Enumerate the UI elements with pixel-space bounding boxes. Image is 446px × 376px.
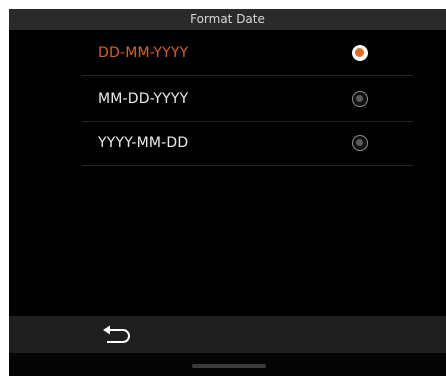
- option-label: MM-DD-YYYY: [98, 91, 189, 107]
- option-dd-mm-yyyy[interactable]: DD-MM-YYYY: [53, 30, 413, 76]
- back-button[interactable]: [97, 324, 137, 348]
- radio-selected-icon[interactable]: [352, 45, 368, 61]
- option-label: DD-MM-YYYY: [98, 45, 189, 61]
- home-handle[interactable]: [192, 364, 266, 368]
- option-mm-dd-yyyy[interactable]: MM-DD-YYYY: [53, 76, 413, 122]
- settings-screen: Format Date DD-MM-YYYY MM-DD-YYYY YYYY-M…: [9, 9, 446, 376]
- divider: [82, 165, 413, 166]
- option-yyyy-mm-dd[interactable]: YYYY-MM-DD: [53, 120, 413, 166]
- radio-unselected-icon[interactable]: [352, 91, 368, 107]
- radio-unselected-icon[interactable]: [352, 135, 368, 151]
- bottom-bar: [9, 316, 446, 353]
- back-arrow-icon: [103, 325, 130, 343]
- footer: [9, 353, 446, 376]
- page-title: Format Date: [9, 9, 446, 30]
- option-label: YYYY-MM-DD: [98, 135, 189, 151]
